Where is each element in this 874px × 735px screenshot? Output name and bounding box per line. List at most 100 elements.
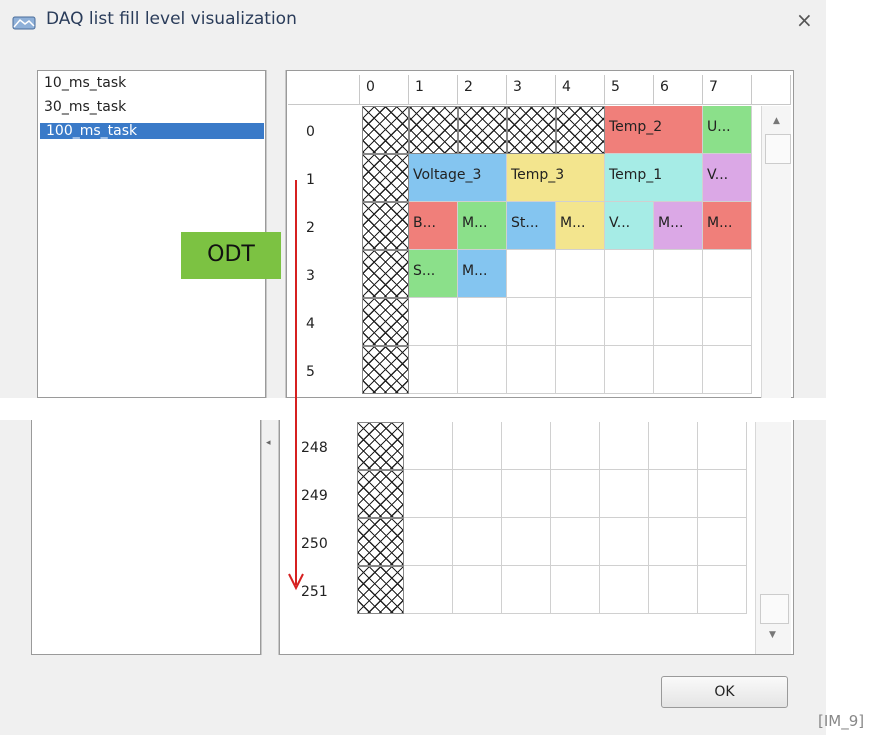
column-header[interactable]: 4	[556, 75, 605, 105]
odt-annotation-label: ODT	[181, 232, 281, 279]
ok-button[interactable]: OK	[661, 676, 788, 708]
task-list-item[interactable]: 10_ms_task	[44, 75, 126, 91]
occupied-pid-cell	[362, 250, 409, 298]
grid-cell	[556, 346, 605, 394]
signal-cell[interactable]: M...	[458, 202, 507, 250]
grid-cell	[698, 518, 747, 566]
grid-cell	[649, 470, 698, 518]
grid-cell	[605, 250, 654, 298]
occupied-cell	[458, 106, 507, 154]
signal-cell[interactable]: M...	[556, 202, 605, 250]
grid-cell	[551, 566, 600, 614]
splitter-lower[interactable]: ◂	[261, 420, 279, 655]
signal-cell[interactable]: M...	[654, 202, 703, 250]
grid-cell	[551, 518, 600, 566]
task-list-item[interactable]: 30_ms_task	[44, 99, 126, 115]
grid-cell	[502, 566, 551, 614]
column-header[interactable]: 0	[360, 75, 409, 105]
grid-cell	[458, 298, 507, 346]
signal-cell[interactable]: St...	[507, 202, 556, 250]
vertical-scrollbar-lower[interactable]: ▼	[755, 422, 791, 654]
dialog-title: DAQ list fill level visualization	[46, 9, 297, 29]
scroll-track-end	[760, 594, 789, 624]
occupied-pid-cell	[357, 470, 404, 518]
column-header-spacer	[752, 75, 791, 105]
grid-cell	[649, 518, 698, 566]
grid-cell	[654, 346, 703, 394]
grid-cell	[409, 346, 458, 394]
row-header: 4	[306, 316, 315, 332]
signal-cell[interactable]: Temp_2	[605, 106, 703, 154]
grid-cell	[556, 298, 605, 346]
grid-cell	[453, 470, 502, 518]
signal-cell[interactable]: B...	[409, 202, 458, 250]
column-header[interactable]: 7	[703, 75, 752, 105]
grid-cell	[654, 298, 703, 346]
occupied-pid-cell	[357, 566, 404, 614]
signal-cell[interactable]: M...	[458, 250, 507, 298]
occupied-pid-cell	[357, 518, 404, 566]
grid-cell	[698, 422, 747, 470]
grid-cell	[507, 250, 556, 298]
grid-cell	[605, 298, 654, 346]
signal-cell[interactable]: M...	[703, 202, 752, 250]
signal-cell[interactable]: Voltage_3	[409, 154, 507, 202]
grid-cell	[551, 470, 600, 518]
signal-cell[interactable]: V...	[605, 202, 654, 250]
occupied-cell	[507, 106, 556, 154]
grid-cell	[551, 422, 600, 470]
grid-cell	[703, 250, 752, 298]
grid-cell	[600, 566, 649, 614]
grid-corner-header	[288, 75, 360, 105]
column-header[interactable]: 2	[458, 75, 507, 105]
grid-cell	[502, 470, 551, 518]
signal-cell[interactable]: V...	[703, 154, 752, 202]
column-header[interactable]: 1	[409, 75, 458, 105]
row-header: 3	[306, 268, 315, 284]
grid-cell	[703, 298, 752, 346]
occupied-pid-cell	[362, 154, 409, 202]
grid-cell	[404, 470, 453, 518]
scroll-thumb[interactable]	[765, 134, 791, 164]
occupied-pid-cell	[362, 346, 409, 394]
grid-cell	[502, 518, 551, 566]
column-header[interactable]: 3	[507, 75, 556, 105]
close-icon[interactable]: ×	[796, 8, 813, 32]
grid-cell	[507, 298, 556, 346]
row-header: 5	[306, 364, 315, 380]
scroll-down-icon[interactable]: ▼	[769, 630, 776, 640]
signal-cell[interactable]: Temp_3	[507, 154, 605, 202]
row-header: 2	[306, 220, 315, 236]
column-header[interactable]: 6	[654, 75, 703, 105]
grid-cell	[649, 422, 698, 470]
occupied-pid-cell	[357, 422, 404, 470]
grid-cell	[404, 566, 453, 614]
grid-cell	[600, 518, 649, 566]
grid-cell	[502, 422, 551, 470]
vertical-scrollbar-upper[interactable]: ▲	[761, 106, 791, 398]
grid-cell	[649, 566, 698, 614]
grid-cell	[409, 298, 458, 346]
odt-arrow-icon	[288, 180, 304, 591]
grid-cell	[458, 346, 507, 394]
grid-cell	[698, 470, 747, 518]
grid-cell	[404, 518, 453, 566]
grid-cell	[453, 518, 502, 566]
grid-cell	[654, 250, 703, 298]
scroll-up-icon[interactable]: ▲	[773, 116, 780, 126]
grid-cell	[600, 422, 649, 470]
task-list-item[interactable]: 100_ms_task	[40, 123, 264, 139]
row-header: 0	[306, 124, 315, 140]
grid-cell	[404, 422, 453, 470]
column-header[interactable]: 5	[605, 75, 654, 105]
grid-cell	[453, 566, 502, 614]
occupied-pid-cell	[362, 298, 409, 346]
grid-cell	[698, 566, 747, 614]
signal-cell[interactable]: Temp_1	[605, 154, 703, 202]
signal-cell[interactable]: S...	[409, 250, 458, 298]
occupied-cell	[409, 106, 458, 154]
grid-cell	[453, 422, 502, 470]
collapse-left-icon[interactable]: ◂	[266, 438, 271, 448]
occupied-pid-cell	[362, 202, 409, 250]
signal-cell[interactable]: U...	[703, 106, 752, 154]
